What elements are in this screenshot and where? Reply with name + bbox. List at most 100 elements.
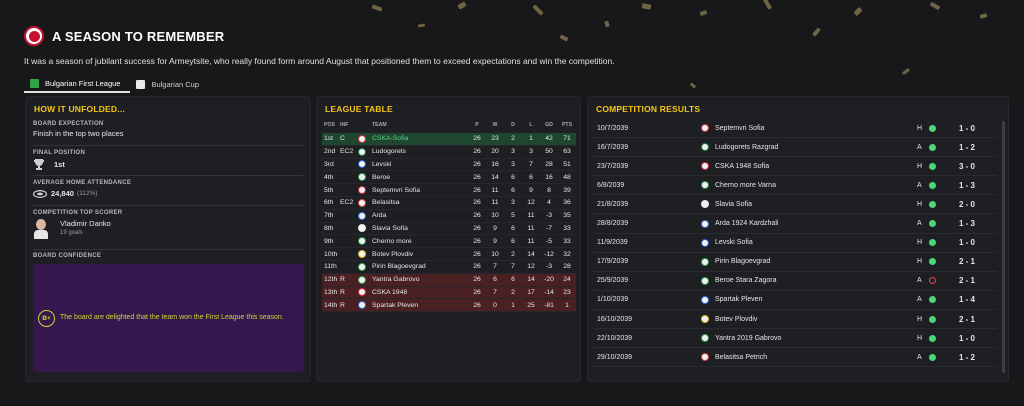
- team-name-cell[interactable]: Spartak Pleven: [372, 302, 468, 309]
- opponent-name[interactable]: Yantra 2019 Gabrovo: [715, 335, 917, 342]
- table-row[interactable]: 5th Septemvri Sofia 26 11 6 9 8 39: [322, 184, 576, 197]
- column-header-w[interactable]: W: [486, 122, 504, 128]
- opponent-name[interactable]: CSKA 1948 Sofia: [715, 163, 917, 170]
- opponent-logo-icon: [701, 238, 715, 247]
- goal-difference-cell: -81: [544, 301, 554, 309]
- result-row[interactable]: 6/8/2039 Cherno more Varna A 1 - 3: [593, 176, 997, 196]
- team-name-cell[interactable]: Belasitsa: [372, 199, 468, 206]
- team-name-cell[interactable]: Arda: [372, 212, 468, 219]
- team-name-cell[interactable]: Levski: [372, 161, 468, 168]
- player-avatar[interactable]: [33, 219, 49, 239]
- opponent-name[interactable]: Septemvri Sofia: [715, 125, 917, 132]
- tab-bulgarian-first-league[interactable]: Bulgarian First League: [24, 75, 131, 93]
- match-score: 2 - 1: [958, 257, 975, 267]
- column-header-p[interactable]: P: [468, 122, 486, 128]
- column-header-d[interactable]: D: [504, 122, 522, 128]
- table-row[interactable]: 14th R Spartak Pleven 26 0 1 25 -81 1: [322, 299, 576, 313]
- info-cell: EC2: [340, 199, 354, 207]
- table-row[interactable]: 12th R Yantra Gabrovo 26 6 6 14 -20 24: [322, 273, 576, 287]
- played-cell: 26: [473, 224, 481, 232]
- match-score: 1 - 2: [958, 352, 975, 362]
- result-indicator-icon: [929, 200, 947, 208]
- column-header-gd[interactable]: GD: [540, 122, 558, 128]
- tab-label: Bulgarian Cup: [151, 79, 199, 89]
- column-header-l[interactable]: L: [522, 122, 540, 128]
- table-row[interactable]: 6th EC2 Belasitsa 26 11 3 12 4 36: [322, 197, 576, 210]
- table-row[interactable]: 4th Beroe 26 14 6 6 16 48: [322, 171, 576, 185]
- top-scorer-name[interactable]: Vladimir Danko: [60, 219, 111, 228]
- team-name-cell[interactable]: Yantra Gabrovo: [372, 276, 468, 283]
- opponent-name[interactable]: Spartak Pleven: [715, 296, 917, 303]
- opponent-name[interactable]: Ludogorets Razgrad: [715, 144, 917, 151]
- column-header-pts[interactable]: PTS: [558, 122, 576, 128]
- opponent-name[interactable]: Arda 1924 Kardzhali: [715, 220, 917, 227]
- opponent-name[interactable]: Botev Plovdiv: [715, 316, 917, 323]
- table-row[interactable]: 8th Slavia Sofia 26 9 6 11 -7 33: [322, 223, 576, 236]
- board-expectation-value: Finish in the top two places: [33, 129, 124, 138]
- match-date: 6/8/2039: [597, 181, 625, 189]
- points-cell: 33: [563, 237, 571, 245]
- result-row[interactable]: 21/8/2039 Slavia Sofia H 2 - 0: [593, 195, 997, 215]
- lost-cell: 14: [527, 250, 535, 258]
- team-name-cell[interactable]: Ludogorets: [372, 148, 468, 155]
- opponent-name[interactable]: Cherno more Varna: [715, 182, 917, 189]
- team-name-cell[interactable]: Slavia Sofia: [372, 225, 468, 232]
- match-score: 3 - 0: [958, 161, 975, 171]
- result-indicator-icon: [929, 239, 947, 247]
- lost-cell: 1: [529, 135, 533, 143]
- drawn-cell: 6: [511, 224, 515, 232]
- result-row[interactable]: 16/7/2039 Ludogorets Razgrad A 1 - 2: [593, 138, 997, 158]
- table-row[interactable]: 10th Botev Plovdiv 26 10 2 14 -12 32: [322, 248, 576, 261]
- club-logo-icon: [358, 237, 372, 246]
- opponent-name[interactable]: Levski Sofia: [715, 239, 917, 246]
- table-row[interactable]: 3rd Levski 26 16 3 7 28 51: [322, 159, 576, 172]
- club-logo-icon: [358, 160, 372, 169]
- team-name-cell[interactable]: Beroe: [372, 174, 468, 181]
- team-name-cell[interactable]: Cherno more: [372, 238, 468, 245]
- table-row[interactable]: 11th Pirin Blagoevgrad 26 7 7 12 -3 28: [322, 261, 576, 274]
- stadium-icon: [33, 189, 47, 198]
- team-name-cell[interactable]: CSKA 1948: [372, 289, 468, 296]
- match-date: 29/10/2039: [597, 353, 633, 361]
- table-row[interactable]: 9th Cherno more 26 9 6 11 -5 33: [322, 235, 576, 249]
- column-header-pos[interactable]: POS: [322, 122, 340, 128]
- result-row[interactable]: 25/9/2039 Beroe Stara Zagora A 2 - 1: [593, 272, 997, 291]
- tab-bulgarian-cup[interactable]: Bulgarian Cup: [130, 75, 209, 93]
- column-header-team[interactable]: TEAM: [358, 122, 468, 128]
- result-row[interactable]: 17/9/2039 Pirin Blagoevgrad H 2 - 1: [593, 253, 997, 272]
- points-cell: 32: [563, 250, 571, 258]
- result-row[interactable]: 29/10/2039 Belasitsa Petrich A 1 - 2: [593, 348, 997, 368]
- opponent-name[interactable]: Slavia Sofia: [715, 201, 917, 208]
- table-row[interactable]: 1st C CSKA-Sofia 26 23 2 1 42 71: [322, 133, 576, 146]
- result-row[interactable]: 28/8/2039 Arda 1924 Kardzhali A 1 - 3: [593, 215, 997, 234]
- position-cell: 12th: [324, 276, 338, 284]
- results-scrollbar[interactable]: [1002, 121, 1005, 373]
- team-name-cell[interactable]: Septemvri Sofia: [372, 187, 468, 194]
- result-row[interactable]: 1/10/2039 Spartak Pleven A 1 - 4: [593, 291, 997, 310]
- goal-difference-cell: -3: [545, 212, 553, 220]
- home-away-indicator: A: [917, 277, 922, 285]
- result-row[interactable]: 10/7/2039 Septemvri Sofia H 1 - 0: [593, 119, 997, 138]
- table-row[interactable]: 2nd EC2 Ludogorets 26 20 3 3 50 63: [322, 146, 576, 159]
- table-row[interactable]: 13th R CSKA 1948 26 7 2 17 -14 23: [322, 286, 576, 300]
- result-row[interactable]: 16/10/2039 Botev Plovdiv H 2 - 1: [593, 310, 997, 329]
- goal-difference-cell: 16: [545, 173, 553, 181]
- lost-cell: 11: [527, 237, 535, 245]
- opponent-name[interactable]: Belasitsa Petrich: [715, 354, 917, 361]
- team-name-cell[interactable]: CSKA-Sofia: [372, 135, 468, 142]
- opponent-name[interactable]: Beroe Stara Zagora: [715, 277, 917, 284]
- result-row[interactable]: 11/9/2039 Levski Sofia H 1 - 0: [593, 234, 997, 253]
- opponent-name[interactable]: Pirin Blagoevgrad: [715, 258, 917, 265]
- team-name-cell[interactable]: Botev Plovdiv: [372, 251, 468, 258]
- drawn-cell: 7: [511, 263, 515, 271]
- result-row[interactable]: 23/7/2039 CSKA 1948 Sofia H 3 - 0: [593, 157, 997, 177]
- column-header-inf[interactable]: INF: [340, 122, 358, 128]
- top-scorer-goals: 19 goals: [60, 230, 83, 236]
- position-cell: 7th: [324, 212, 334, 220]
- position-cell: 1st: [324, 135, 334, 143]
- result-row[interactable]: 22/10/2039 Yantra 2019 Gabrovo H 1 - 0: [593, 329, 997, 349]
- club-logo-icon: [358, 262, 372, 271]
- team-name-cell[interactable]: Pirin Blagoevgrad: [372, 263, 468, 270]
- table-row[interactable]: 7th Arda 26 10 5 11 -3 35: [322, 210, 576, 223]
- won-cell: 9: [493, 237, 497, 245]
